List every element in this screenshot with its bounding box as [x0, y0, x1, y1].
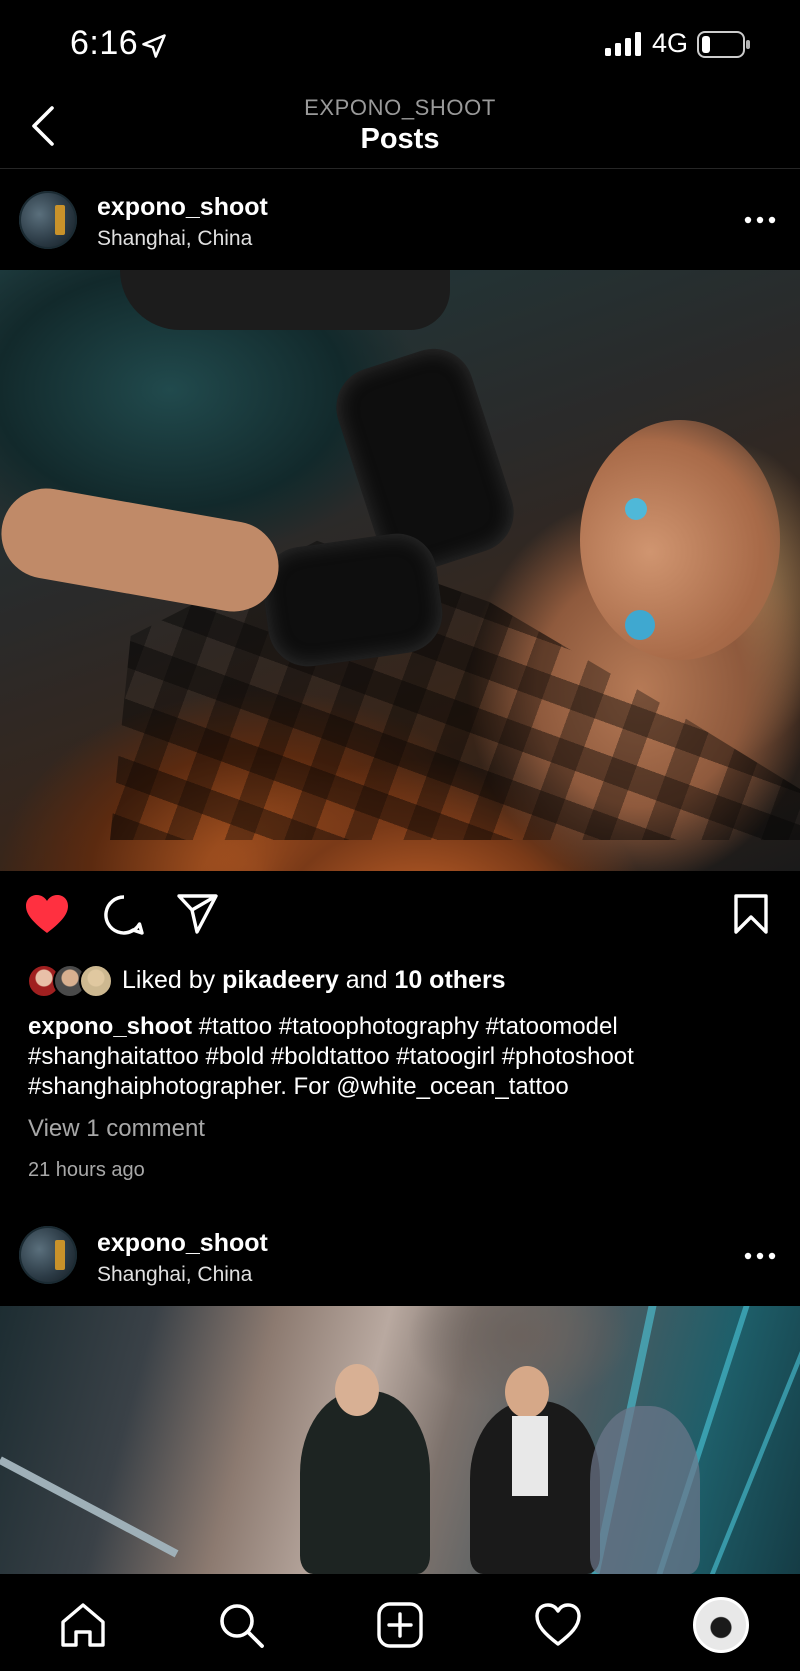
share-send-icon[interactable] [176, 893, 220, 935]
post-photo[interactable] [0, 1306, 800, 1574]
likes-others[interactable]: 10 others [394, 966, 505, 994]
network-type: 4G [652, 28, 689, 58]
profile-avatar[interactable] [693, 1597, 749, 1653]
person-figure [300, 1391, 430, 1574]
likes-prefix: Liked by [122, 966, 223, 994]
eye [625, 498, 647, 520]
light-stripe [709, 1326, 800, 1574]
artist-hair [120, 270, 450, 330]
like-heart-icon[interactable] [24, 893, 70, 935]
home-icon[interactable] [58, 1600, 108, 1650]
person-head [505, 1366, 549, 1418]
liker-avatar[interactable] [79, 964, 113, 998]
post-username[interactable]: expono_shoot [97, 193, 268, 222]
search-icon[interactable] [216, 1600, 266, 1650]
more-options-icon[interactable] [740, 1246, 780, 1266]
post-avatar[interactable] [19, 1226, 77, 1284]
post-photo[interactable] [0, 270, 800, 871]
post-avatar[interactable] [19, 191, 77, 249]
eye [625, 610, 655, 640]
more-options-icon[interactable] [740, 210, 780, 230]
battery-icon [697, 31, 750, 58]
activity-heart-icon[interactable] [533, 1600, 583, 1650]
comment-icon[interactable] [102, 893, 146, 937]
location-arrow-icon [142, 34, 166, 58]
post-caption: expono_shoot #tattoo #tatoophotography #… [28, 1012, 778, 1102]
likes-and: and [338, 966, 395, 994]
page-title: Posts [360, 123, 440, 155]
likes-summary[interactable]: Liked by pikadeery and 10 others [122, 966, 506, 995]
view-comments-link[interactable]: View 1 comment [28, 1115, 205, 1143]
caption-username[interactable]: expono_shoot [28, 1013, 192, 1040]
liker-username[interactable]: pikadeery [222, 966, 339, 994]
post-timestamp: 21 hours ago [28, 1159, 145, 1181]
escalator-rail [0, 1456, 179, 1558]
status-time: 6:16 [70, 24, 139, 62]
add-post-icon[interactable] [375, 1600, 425, 1650]
post-username[interactable]: expono_shoot [97, 1229, 268, 1258]
post-location[interactable]: Shanghai, China [97, 1263, 252, 1287]
bookmark-icon[interactable] [733, 893, 769, 935]
shirt [512, 1416, 548, 1496]
post-location[interactable]: Shanghai, China [97, 227, 252, 251]
person-figure [590, 1406, 700, 1574]
header-account-name: EXPONO_SHOOT [304, 95, 496, 120]
header-divider [0, 168, 800, 169]
person-head [335, 1364, 379, 1416]
tattoo-artist-arm [0, 481, 286, 619]
model-face [580, 420, 780, 660]
cellular-signal-icon [605, 32, 641, 56]
